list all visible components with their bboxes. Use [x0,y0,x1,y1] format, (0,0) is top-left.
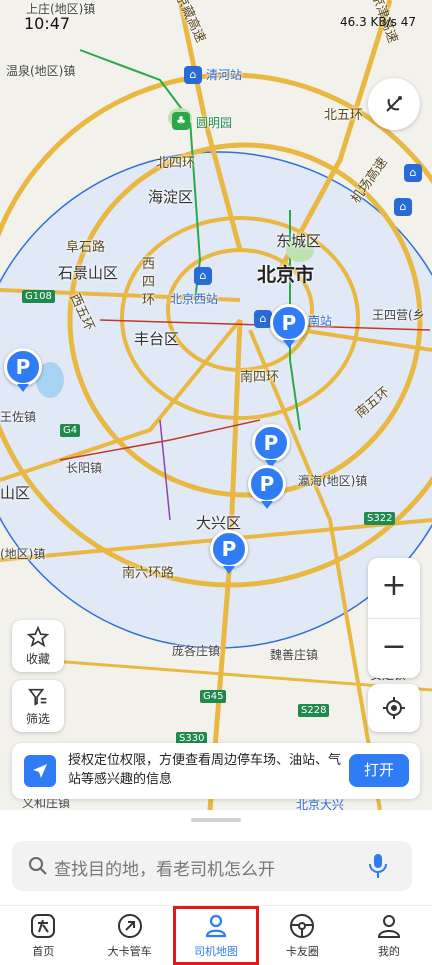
search-icon [29,857,47,875]
tab-label: 大卡管车 [107,945,152,958]
highway-shield: S228 [298,704,330,717]
highway-shield: G4 [60,424,81,437]
status-indicators: 46.3 KB/s 47 [339,15,416,29]
map-label-district: 丰台区 [134,330,180,348]
truck-manage-icon [117,914,142,938]
status-bar: 10:47 46.3 KB/s 47 [0,0,432,48]
map-label-district: 石景山区 [58,264,119,282]
steering-wheel-icon [290,914,315,938]
tab-profile[interactable]: 我的 [346,906,432,965]
map-label-road: 阜石路 [66,240,106,255]
train-station-icon: ⌂ [184,66,202,84]
favorites-label: 收藏 [25,651,50,666]
profile-icon [377,915,400,938]
satellite-icon [386,96,402,112]
train-station-icon: ⌂ [404,164,422,182]
map-label-road: 南六环路 [122,566,175,581]
tab-label: 卡友圈 [285,945,319,958]
location-arrow-icon [24,755,56,787]
map-view[interactable]: 北京市 海淀区 东城区 石景山区 丰台区 大兴区 山区 温泉(地区)镇 上庄(地… [0,0,432,810]
park-icon: ♣ [172,112,190,130]
status-time: 10:47 [24,14,71,33]
driver-map-icon [205,914,227,938]
parking-pin[interactable]: P [248,465,286,509]
map-label-station: 清河站 [206,68,243,82]
tab-home[interactable]: 首页 [0,906,86,965]
star-icon [27,625,49,647]
search-placeholder: 查找目的地，看老司机怎么开 [54,860,275,880]
tab-truck-manage[interactable]: 大卡管车 [86,906,172,965]
parking-pin[interactable]: P [252,424,290,468]
map-label-district: 东城区 [276,232,322,250]
train-station-icon: ⌂ [394,198,412,216]
bottom-tab-bar: 首页 大卡管车 司机地图 卡友圈 我的 [0,905,432,965]
map-label-road: 西四环 [142,257,156,308]
map-layer-button[interactable] [368,78,420,130]
map-label-town: (地区)镇 [0,547,46,561]
map-label-district: 山区 [0,484,31,502]
filter-icon [28,688,47,706]
banner-text: 授权定位权限，方便查看周边停车场、油站、气站等感兴趣的信息 [68,753,342,787]
tab-label: 我的 [377,945,400,958]
favorites-button[interactable]: 收藏 [12,620,64,672]
map-label-road: 北五环 [324,108,364,123]
locate-button[interactable] [368,684,420,732]
highway-shield: S322 [364,512,396,525]
map-label-town: 王佐镇 [0,410,37,424]
highway-shield: G108 [22,290,55,303]
map-label-town: 魏善庄镇 [270,648,319,662]
location-permission-banner: 授权定位权限，方便查看周边停车场、油站、气站等感兴趣的信息 打开 [12,743,420,799]
parking-pin[interactable]: P [210,530,248,574]
map-label-city: 北京市 [257,264,315,286]
map-label-station: 圆明园 [196,116,233,130]
map-label-station: 南站 [308,314,333,328]
tab-truck-friends[interactable]: 卡友圈 [259,906,345,965]
filter-button[interactable]: 筛选 [12,680,64,732]
open-permission-button[interactable]: 打开 [349,754,409,787]
sheet-drag-handle[interactable] [191,818,241,822]
map-label-road: 北四环 [156,156,196,171]
map-label-station: 北京西站 [170,292,219,306]
map-label-town: 庞各庄镇 [172,644,221,658]
filter-label: 筛选 [25,711,50,726]
zoom-control: + − [368,558,420,678]
map-label-town: 长阳镇 [66,461,103,475]
crosshair-icon [383,697,405,719]
home-icon [31,914,56,938]
map-label-town: 瀛海(地区)镇 [298,474,368,488]
bottom-sheet: 查找目的地，看老司机怎么开 [0,810,432,905]
microphone-icon[interactable] [368,853,388,879]
map-label-town: 温泉(地区)镇 [6,64,76,78]
highway-shield: G45 [200,690,227,703]
tab-label: 首页 [32,945,55,958]
zoom-out-button[interactable]: − [368,619,420,679]
search-input[interactable]: 查找目的地，看老司机怎么开 [12,841,412,891]
zoom-in-button[interactable]: + [368,558,420,619]
map-label-district: 海淀区 [148,188,194,206]
parking-pin[interactable]: P [270,304,308,348]
tab-driver-map[interactable]: 司机地图 [172,906,260,965]
map-label-road: 南四环 [240,370,280,385]
parking-pin[interactable]: P [4,348,42,392]
map-label-town: 王四营(乡 [372,308,425,322]
train-station-icon: ⌂ [194,267,212,285]
tab-label: 司机地图 [194,945,239,958]
